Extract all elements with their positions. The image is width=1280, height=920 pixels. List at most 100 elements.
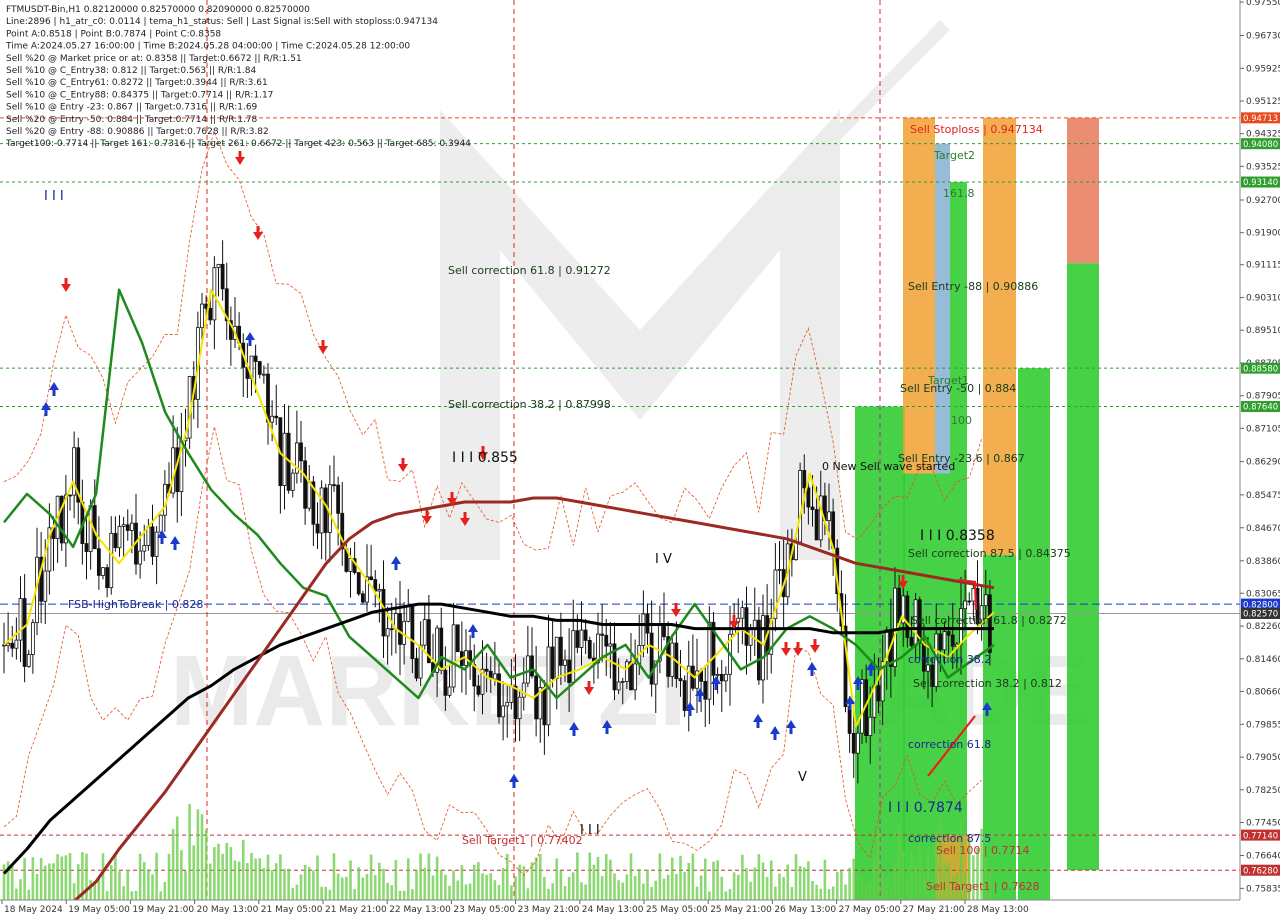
candle-body <box>162 483 167 516</box>
volume-bar <box>844 884 847 900</box>
price-tick-label: 0.92700 <box>1246 196 1280 206</box>
volume-bar <box>691 853 695 900</box>
header-line: Target100: 0.7714 || Target 161: 0.7316 … <box>5 139 471 149</box>
volume-bar <box>580 882 583 900</box>
candle-body <box>261 373 266 376</box>
volume-bar <box>761 862 765 900</box>
volume-bar <box>592 864 596 900</box>
volume-bar <box>2 864 6 900</box>
candle-body <box>327 484 332 533</box>
price-chart[interactable]: MARKETZI ADE Sell Stoploss | 0.947134 Ta… <box>0 0 1280 920</box>
candle-body <box>616 681 621 691</box>
sell-stoploss-label: Sell Stoploss | 0.947134 <box>910 123 1043 136</box>
volume-bar <box>646 869 649 900</box>
volume-bar <box>394 860 398 900</box>
volume-bar <box>378 862 381 900</box>
price-tick-label: 0.79855 <box>1246 720 1280 730</box>
volume-bar <box>48 863 51 900</box>
target2-label: Target2 <box>933 149 975 162</box>
volume-bar <box>811 880 814 900</box>
candle-body <box>505 701 510 707</box>
volume-bar <box>266 854 270 900</box>
candle-body <box>101 567 105 576</box>
volume-bar <box>340 877 344 900</box>
volume-bar <box>114 853 117 900</box>
volume-bar <box>481 873 484 900</box>
volume-bar <box>295 884 299 900</box>
volume-bar <box>827 889 831 900</box>
volume-bar <box>860 877 864 900</box>
candle-body <box>150 526 155 557</box>
header-line: Sell %20 @ Entry -50: 0.884 || Target:0.… <box>6 115 258 125</box>
candle-body <box>550 646 555 679</box>
volume-bar <box>68 852 72 900</box>
candle-body <box>220 263 225 290</box>
candle-body <box>303 460 308 509</box>
price-tick-label: 0.87105 <box>1246 424 1280 434</box>
volume-bar <box>815 884 818 900</box>
volume-bar <box>823 859 827 900</box>
candle-body <box>579 629 584 648</box>
volume-bar <box>423 867 427 900</box>
volume-bar <box>782 877 785 900</box>
buy-arrow-icon <box>509 774 519 788</box>
candle-body <box>950 634 955 647</box>
target-zone <box>983 117 1016 556</box>
price-tick-label: 0.97550 <box>1246 0 1280 8</box>
candle-body <box>678 678 683 682</box>
volume-bar <box>320 886 323 900</box>
sell-arrow-icon <box>671 603 681 617</box>
price-tick-label: 0.79050 <box>1246 753 1280 763</box>
candle-body <box>761 615 765 681</box>
candle-body <box>476 685 481 695</box>
price-tick-label: 0.96730 <box>1246 32 1280 42</box>
volume-bar <box>798 865 802 900</box>
volume-bar <box>398 890 402 900</box>
volume-bar <box>299 874 303 900</box>
volume-bar <box>439 870 443 900</box>
volume-bar <box>848 867 851 900</box>
candle-body <box>558 636 563 666</box>
volume-bar <box>19 879 22 900</box>
volume-bar <box>555 858 559 900</box>
volume-bar <box>708 891 711 900</box>
time-tick-label: 28 May 13:00 <box>967 905 1029 915</box>
label-08358: I I I 0.8358 <box>920 528 995 544</box>
volume-bar <box>237 861 241 900</box>
sell-arrow-icon <box>398 458 408 472</box>
volume-bar <box>415 870 418 900</box>
time-tick-label: 23 May 05:00 <box>453 905 515 915</box>
volume-bar <box>105 891 109 900</box>
candle-body <box>525 655 530 684</box>
candle-body <box>719 673 724 682</box>
candle-body <box>517 696 522 720</box>
volume-bar <box>571 872 575 900</box>
label-0855: I I I 0.855 <box>452 450 518 466</box>
candle-body <box>117 525 122 549</box>
candle-body <box>777 569 782 571</box>
volume-bar <box>703 858 707 900</box>
candle-body <box>893 587 897 667</box>
time-tick-label: 18 May 2024 <box>4 905 63 915</box>
volume-bar <box>151 874 154 900</box>
buy-arrow-icon <box>245 332 255 346</box>
price-badge-label: 0.87640 <box>1243 403 1278 413</box>
time-tick-label: 26 May 13:00 <box>774 905 836 915</box>
candle-body <box>744 607 749 646</box>
candle-body <box>575 630 580 648</box>
price-axis[interactable]: 0.975500.967300.959250.951250.943250.935… <box>1239 0 1280 900</box>
candle-body <box>794 541 798 561</box>
candle-body <box>455 624 460 653</box>
volume-bar <box>316 855 319 900</box>
header-line: Sell %10 @ C_Entry38: 0.812 || Target:0.… <box>6 66 256 76</box>
candle-body <box>43 570 48 602</box>
time-axis[interactable]: 18 May 2024 19 May 05:00 19 May 21:00 20 Ma… <box>0 899 1280 920</box>
candle-body <box>389 628 394 631</box>
candle-body <box>851 733 856 754</box>
correction-382-label: correction 38.2 <box>908 653 991 666</box>
volume-bar <box>382 868 385 900</box>
volume-bar <box>716 860 719 900</box>
volume-bar <box>345 876 348 900</box>
volume-bar <box>514 876 517 900</box>
volume-bar <box>411 889 414 900</box>
